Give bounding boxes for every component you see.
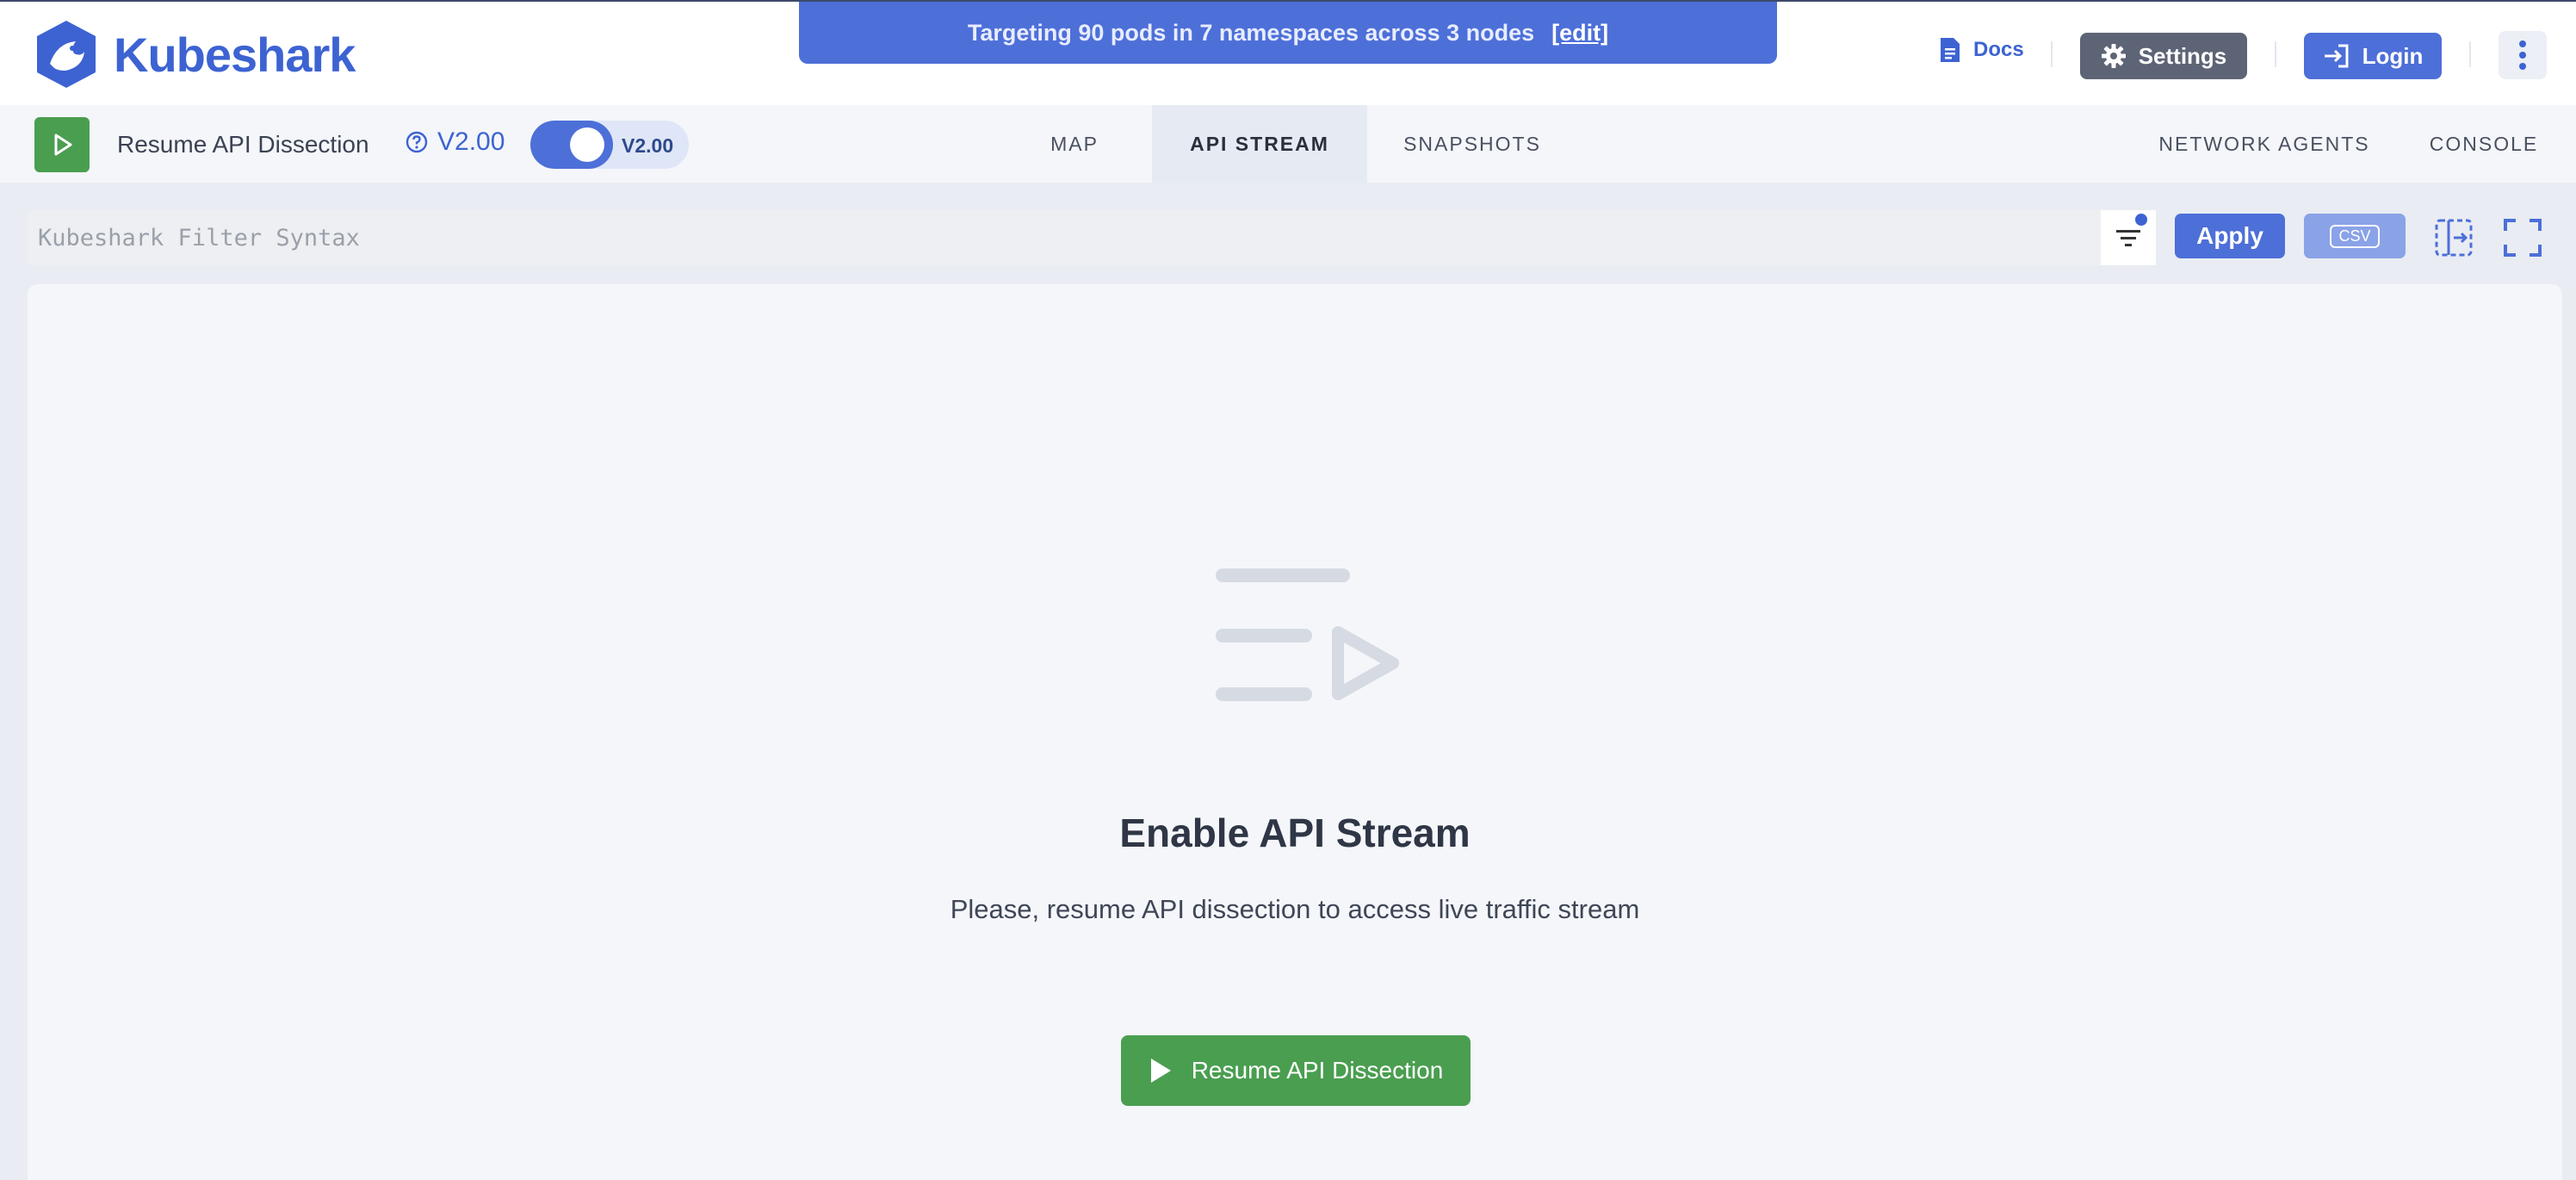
settings-label: Settings xyxy=(2138,42,2227,69)
targeting-banner: Targeting 90 pods in 7 namespaces across… xyxy=(799,2,1777,64)
filter-active-dot xyxy=(2135,214,2147,226)
gear-icon xyxy=(2101,44,2126,68)
docs-link[interactable]: Docs xyxy=(1939,36,2024,64)
version-indicator[interactable]: V2.00 xyxy=(405,127,505,157)
empty-state-title: Enable API Stream xyxy=(1119,810,1471,855)
login-label: Login xyxy=(2362,42,2424,69)
divider xyxy=(2051,41,2053,67)
more-options-button[interactable] xyxy=(2499,31,2547,79)
kubeshark-logo-icon xyxy=(37,21,96,88)
resume-dissection-play-button[interactable] xyxy=(34,117,90,172)
more-vertical-icon xyxy=(2519,40,2526,70)
filter-options-button[interactable] xyxy=(2101,210,2156,265)
version-label: V2.00 xyxy=(437,127,505,156)
csv-icon: CSV xyxy=(2330,224,2380,248)
toggle-knob xyxy=(570,127,604,162)
targeting-text: Targeting 90 pods in 7 namespaces across… xyxy=(967,19,1535,46)
sub-toolbar: Resume API Dissection V2.00 V2.00 MAP AP… xyxy=(0,105,2576,183)
app-logo[interactable]: Kubeshark xyxy=(31,19,356,90)
help-circle-icon xyxy=(406,131,428,153)
split-view-icon xyxy=(2435,219,2473,257)
top-bar: Kubeshark Targeting 90 pods in 7 namespa… xyxy=(0,0,2576,105)
api-stream-panel: Enable API Stream Please, resume API dis… xyxy=(28,284,2562,1180)
play-icon xyxy=(54,134,72,156)
play-icon xyxy=(1150,1059,1171,1083)
login-button[interactable]: Login xyxy=(2304,33,2442,79)
version-toggle[interactable]: V2.00 xyxy=(530,121,689,169)
apply-filter-button[interactable]: Apply xyxy=(2175,214,2285,258)
settings-button[interactable]: Settings xyxy=(2080,33,2247,79)
resume-dissection-button[interactable]: Resume API Dissection xyxy=(1121,1035,1471,1106)
toggle-label: V2.00 xyxy=(622,134,674,157)
fullscreen-icon xyxy=(2504,219,2542,257)
filter-bar: Apply CSV xyxy=(28,210,2562,265)
filter-icon xyxy=(2116,230,2140,246)
document-icon xyxy=(1941,38,1960,62)
tab-api-stream[interactable]: API STREAM xyxy=(1152,105,1367,183)
resume-button-label: Resume API Dissection xyxy=(1191,1057,1444,1084)
filter-input[interactable] xyxy=(28,210,2101,265)
app-name: Kubeshark xyxy=(114,27,356,82)
divider xyxy=(2469,41,2471,67)
tab-snapshots[interactable]: SNAPSHOTS xyxy=(1376,105,1569,183)
login-icon xyxy=(2324,44,2349,68)
divider xyxy=(2275,41,2276,67)
tab-network-agents[interactable]: NETWORK AGENTS xyxy=(2144,105,2385,183)
fullscreen-button[interactable] xyxy=(2495,210,2550,265)
tab-map[interactable]: MAP xyxy=(1016,105,1133,183)
split-view-button[interactable] xyxy=(2426,210,2481,265)
docs-label: Docs xyxy=(1973,38,2024,61)
edit-targeting-link[interactable]: [edit] xyxy=(1551,20,1608,47)
empty-state-subtitle: Please, resume API dissection to access … xyxy=(950,894,1640,924)
stream-empty-icon xyxy=(1216,568,1399,701)
tab-console[interactable]: CONSOLE xyxy=(2411,105,2557,183)
export-csv-button[interactable]: CSV xyxy=(2304,214,2406,258)
resume-dissection-label: Resume API Dissection xyxy=(117,131,369,158)
